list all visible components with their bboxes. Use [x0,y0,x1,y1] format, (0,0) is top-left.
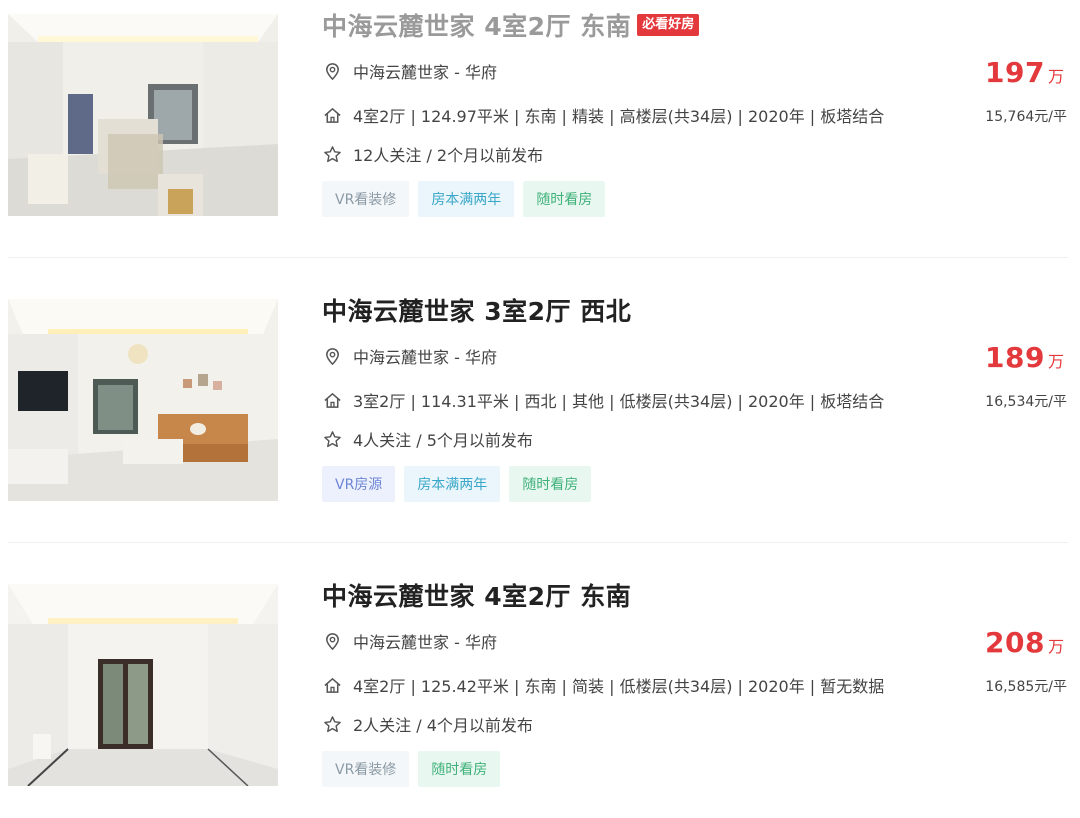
total-price: 197 万 [985,56,1064,89]
listing-title-text[interactable]: 中海云麓世家 4室2厅 东南 [322,12,631,41]
tag-anytime-viewing: 随时看房 [523,181,606,217]
follow-row: 2人关注 / 4个月以前发布 [322,712,533,736]
tag-two-years: 房本满两年 [418,181,515,217]
community-row: 中海云麓世家 - 华府 [322,59,497,83]
tag-list: VR房源 房本满两年 随时看房 [322,466,592,502]
unit-price: 15,764元/平 [985,109,1067,125]
house-info-text: 4室2厅 | 125.42平米 | 东南 | 简装 | 低楼层(共34层) | … [353,677,885,696]
community-link[interactable]: 中海云麓世家 - 华府 [353,629,497,653]
listing-item[interactable]: 中海云麓世家 3室2厅 西北 中海云麓世家 - 华府 3室2厅 | 114.31… [0,285,1080,543]
living-room-photo [8,14,278,216]
star-icon [322,714,342,734]
tag-vr-decoration: VR看装修 [322,751,410,787]
total-price-unit: 万 [1047,67,1064,86]
tag-list: VR看装修 房本满两年 随时看房 [322,181,606,217]
total-price-value: 189 [985,341,1045,374]
listing-title[interactable]: 中海云麓世家 4室2厅 东南 必看好房 [322,12,700,42]
divider [8,542,1068,543]
total-price-unit: 万 [1047,637,1064,656]
community-link[interactable]: 中海云麓世家 - 华府 [353,59,497,83]
house-info-row: 4室2厅 | 125.42平米 | 东南 | 简装 | 低楼层(共34层) | … [322,673,884,697]
star-icon [322,429,342,449]
house-icon [322,675,342,695]
house-icon [322,390,342,410]
total-price-value: 197 [985,56,1045,89]
tag-vr-source: VR房源 [322,466,396,502]
location-pin-icon [322,61,342,81]
house-info-row: 4室2厅 | 124.97平米 | 东南 | 精装 | 高楼层(共34层) | … [322,103,884,127]
house-info-text: 3室2厅 | 114.31平米 | 西北 | 其他 | 低楼层(共34层) | … [353,392,885,411]
house-icon [322,105,342,125]
location-pin-icon [322,346,342,366]
divider [8,257,1068,258]
follow-text: 2人关注 / 4个月以前发布 [353,716,533,735]
house-info-text: 4室2厅 | 124.97平米 | 东南 | 精装 | 高楼层(共34层) | … [353,107,885,126]
living-room-photo [8,299,278,501]
listing-title-text[interactable]: 中海云麓世家 3室2厅 西北 [322,297,631,326]
listing-photo[interactable] [8,584,278,786]
listing-item[interactable]: 中海云麓世家 4室2厅 东南 必看好房 中海云麓世家 - 华府 4室2厅 | 12… [0,0,1080,258]
listing-photo[interactable] [8,14,278,216]
empty-room-photo [8,584,278,786]
follow-row: 12人关注 / 2个月以前发布 [322,142,543,166]
unit-price: 16,585元/平 [985,679,1067,695]
follow-row: 4人关注 / 5个月以前发布 [322,427,533,451]
follow-text: 4人关注 / 5个月以前发布 [353,431,533,450]
house-info-row: 3室2厅 | 114.31平米 | 西北 | 其他 | 低楼层(共34层) | … [322,388,884,412]
community-row: 中海云麓世家 - 华府 [322,344,497,368]
listing-title[interactable]: 中海云麓世家 4室2厅 东南 [322,582,631,612]
listing-title-text[interactable]: 中海云麓世家 4室2厅 东南 [322,582,631,611]
unit-price: 16,534元/平 [985,394,1067,410]
total-price: 208 万 [985,626,1064,659]
listing-item[interactable]: 中海云麓世家 4室2厅 东南 中海云麓世家 - 华府 4室2厅 | 125.42… [0,570,1080,818]
total-price-unit: 万 [1047,352,1064,371]
must-see-badge: 必看好房 [637,14,700,36]
tag-vr-decoration: VR看装修 [322,181,410,217]
tag-anytime-viewing: 随时看房 [509,466,592,502]
total-price-value: 208 [985,626,1045,659]
tag-anytime-viewing: 随时看房 [418,751,501,787]
total-price: 189 万 [985,341,1064,374]
tag-list: VR看装修 随时看房 [322,751,501,787]
community-link[interactable]: 中海云麓世家 - 华府 [353,344,497,368]
tag-two-years: 房本满两年 [404,466,501,502]
listing-title[interactable]: 中海云麓世家 3室2厅 西北 [322,297,631,327]
listing-photo[interactable] [8,299,278,501]
community-row: 中海云麓世家 - 华府 [322,629,497,653]
location-pin-icon [322,631,342,651]
star-icon [322,144,342,164]
follow-text: 12人关注 / 2个月以前发布 [353,146,544,165]
